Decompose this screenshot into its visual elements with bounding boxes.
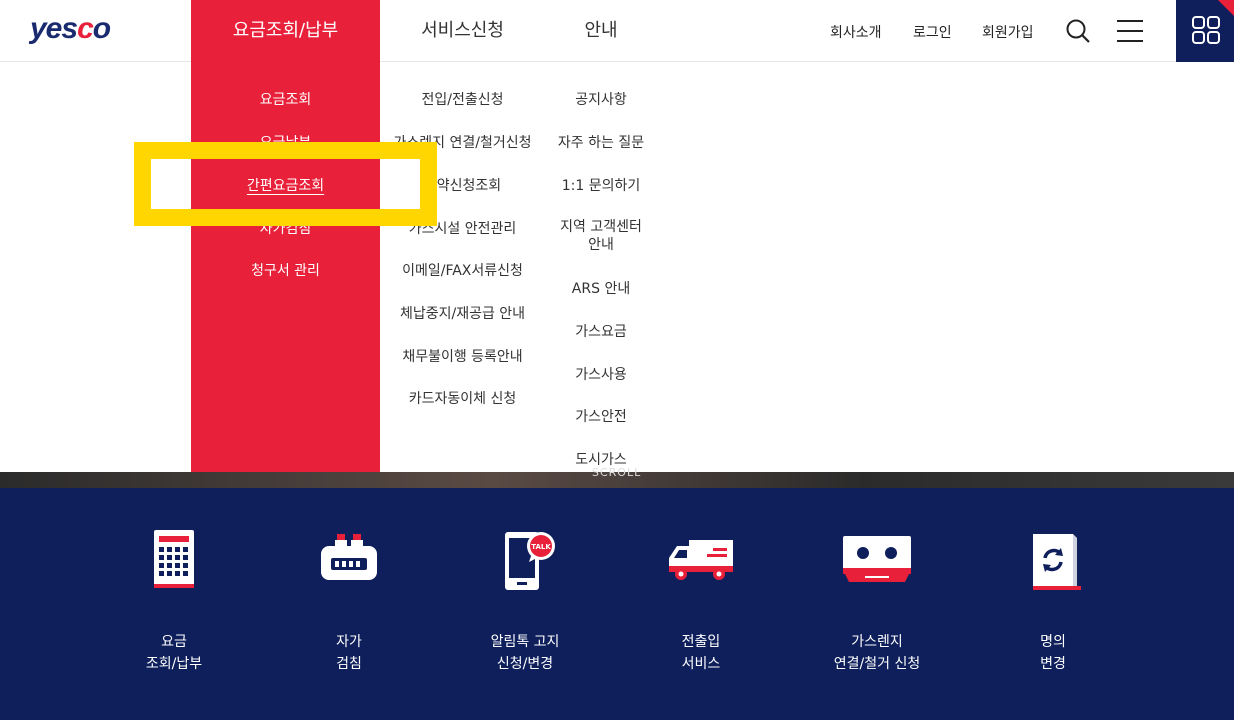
quick-fee-payment[interactable]: 요금 조회/납부 <box>84 488 264 720</box>
name-change-icon <box>1033 534 1081 590</box>
menu-default-registration[interactable]: 채무불이행 등록안내 <box>380 346 545 366</box>
all-menu-button[interactable] <box>1176 0 1234 62</box>
quick-move-service[interactable]: 전출입 서비스 <box>611 488 791 720</box>
talk-phone-icon: TALK <box>505 532 555 590</box>
quick-alimtalk[interactable]: TALK 알림톡 고지 신청/변경 <box>435 488 615 720</box>
menu-arrears-resupply[interactable]: 체납중지/재공급 안내 <box>380 303 545 323</box>
menu-fee-inquiry[interactable]: 요금조회 <box>191 89 380 109</box>
scroll-indicator: SCROLL <box>592 466 642 479</box>
signup-link[interactable]: 회원가입 <box>982 22 1034 42</box>
menu-notice[interactable]: 공지사항 <box>545 89 657 109</box>
header: yesco 요금조회/납부 서비스신청 안내 회사소개 로그인 회원가입 <box>0 0 1234 62</box>
yesco-logo[interactable]: yesco <box>30 12 111 46</box>
quick-service-bar: 요금 조회/납부 자가 검침 TALK 알림톡 고지 신청/변경 전출입 서비스… <box>0 488 1234 720</box>
mega-menu-dropdown: 요금조회 요금납부 간편요금조회 자가검침 청구서 관리 전입/전출신청 가스렌… <box>0 62 1234 472</box>
moving-truck-icon <box>669 540 733 580</box>
gas-range-icon <box>843 536 911 582</box>
quick-gas-range[interactable]: 가스렌지 연결/철거 신청 <box>787 488 967 720</box>
menu-reservation-inquiry[interactable]: 예약신청조회 <box>380 175 545 195</box>
gas-meter-icon <box>321 534 377 580</box>
quick-self-reading[interactable]: 자가 검침 <box>259 488 439 720</box>
quick-name-change[interactable]: 명의 변경 <box>963 488 1143 720</box>
menu-ars-guide[interactable]: ARS 안내 <box>545 278 657 298</box>
company-intro-link[interactable]: 회사소개 <box>830 22 882 42</box>
menu-self-meter-reading[interactable]: 자가검침 <box>191 218 380 238</box>
menu-card-autopay[interactable]: 카드자동이체 신청 <box>380 388 545 408</box>
svg-text:TALK: TALK <box>531 543 551 551</box>
menu-move-in-out[interactable]: 전입/전출신청 <box>380 89 545 109</box>
menu-gas-usage[interactable]: 가스사용 <box>545 364 657 384</box>
hamburger-icon[interactable] <box>1117 19 1143 43</box>
menu-email-fax-docs[interactable]: 이메일/FAX서류신청 <box>380 260 545 280</box>
menu-fee-payment[interactable]: 요금납부 <box>191 132 380 152</box>
menu-gas-safety[interactable]: 가스안전 <box>545 406 657 426</box>
menu-gas-facility-safety[interactable]: 가스시설 안전관리 <box>380 218 545 238</box>
menu-simple-fee-inquiry[interactable]: 간편요금조회 <box>191 175 380 195</box>
calculator-icon <box>154 530 194 588</box>
menu-gas-fee[interactable]: 가스요금 <box>545 321 657 341</box>
search-icon[interactable] <box>1065 18 1091 44</box>
menu-one-on-one[interactable]: 1:1 문의하기 <box>545 175 657 195</box>
menu-gas-range-connect[interactable]: 가스렌지 연결/철거신청 <box>380 132 545 152</box>
gnb-fee-inquiry[interactable]: 요금조회/납부 <box>191 0 380 62</box>
gnb-service-request[interactable]: 서비스신청 <box>380 0 545 62</box>
gnb-info[interactable]: 안내 <box>545 0 657 62</box>
menu-bill-management[interactable]: 청구서 관리 <box>191 260 380 280</box>
menu-regional-center[interactable]: 지역 고객센터 안내 <box>545 218 657 254</box>
login-link[interactable]: 로그인 <box>913 22 952 42</box>
grid-icon <box>1192 0 1234 44</box>
menu-faq[interactable]: 자주 하는 질문 <box>545 132 657 152</box>
